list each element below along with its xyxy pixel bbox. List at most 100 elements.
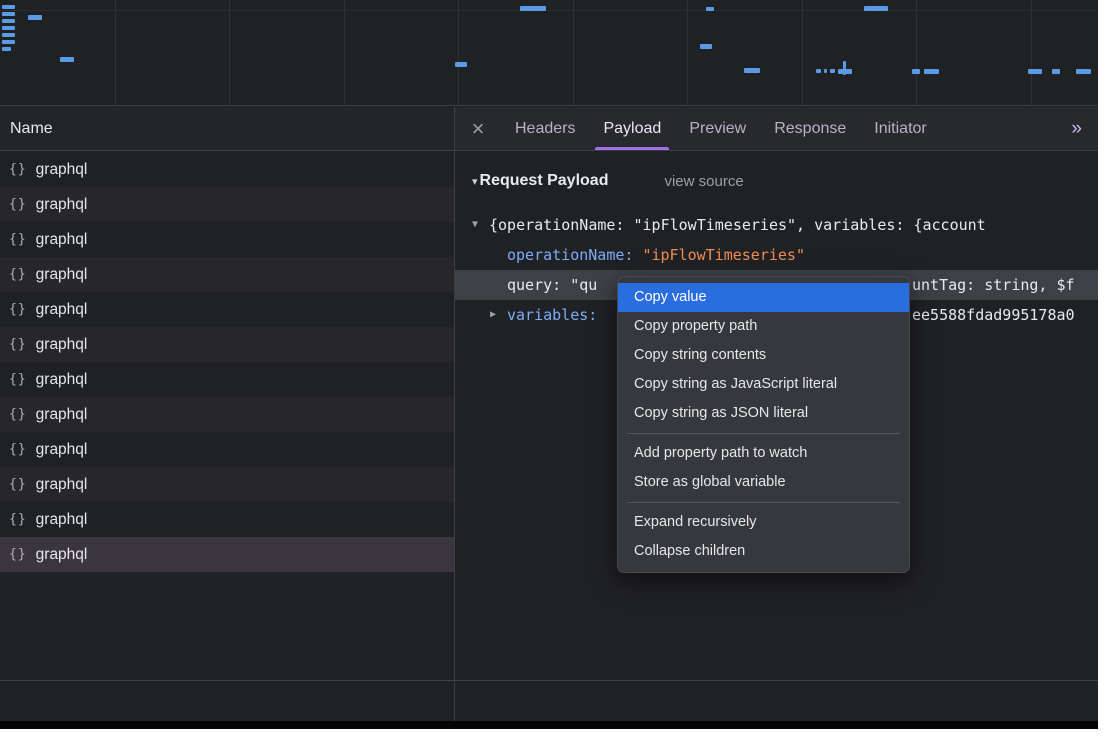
request-timing-bar xyxy=(2,47,11,51)
request-row[interactable]: {} graphql xyxy=(0,327,454,362)
request-timing-bar xyxy=(912,69,920,74)
request-row[interactable]: {} graphql xyxy=(0,397,454,432)
expand-triangle-right-icon[interactable]: ▶ xyxy=(490,300,496,330)
menu-item-add-property-path-to-watch[interactable]: Add property path to watch xyxy=(618,439,909,468)
menu-item-copy-value[interactable]: Copy value xyxy=(618,283,909,312)
payload-root-row[interactable]: ▼ {operationName: "ipFlowTimeseries", va… xyxy=(455,210,1098,240)
request-row[interactable]: {}graphql xyxy=(0,222,454,257)
request-name: graphql xyxy=(36,406,88,424)
request-name: graphql xyxy=(36,511,88,529)
tab-headers[interactable]: Headers xyxy=(501,107,589,150)
devtools-window: Name × HeadersPayloadPreviewResponseInit… xyxy=(0,0,1098,729)
menu-item-copy-string-as-javascript-literal[interactable]: Copy string as JavaScript literal xyxy=(618,370,909,399)
request-name: graphql xyxy=(36,546,88,564)
network-overview-timeline[interactable] xyxy=(0,0,1098,106)
request-timing-bar xyxy=(816,69,821,73)
request-timing-bar xyxy=(744,68,760,73)
menu-item-store-as-global-variable[interactable]: Store as global variable xyxy=(618,468,909,497)
request-row[interactable]: {} graphql xyxy=(0,537,454,572)
footer-divider xyxy=(0,680,1098,681)
menu-item-collapse-children[interactable]: Collapse children xyxy=(618,537,909,566)
request-row[interactable]: {} graphql xyxy=(0,432,454,467)
payload-root-text: {operationName: "ipFlowTimeseries", vari… xyxy=(489,216,986,234)
menu-item-expand-recursively[interactable]: Expand recursively xyxy=(618,508,909,537)
json-braces-icon: {} xyxy=(9,162,27,177)
tab-payload[interactable]: Payload xyxy=(589,107,675,150)
query-text-right: untTag: string, $f xyxy=(912,270,1075,300)
request-timing-bar xyxy=(924,69,939,74)
request-timing-bar xyxy=(1028,69,1042,74)
request-payload-section-header: ▾ Request Payload view source xyxy=(472,168,1098,194)
request-name: graphql xyxy=(36,301,88,319)
request-timing-bar xyxy=(520,6,546,11)
request-row[interactable]: {} graphql xyxy=(0,292,454,327)
request-name: graphql xyxy=(36,476,88,494)
menu-item-copy-string-as-json-literal[interactable]: Copy string as JSON literal xyxy=(618,399,909,428)
json-braces-icon: {} xyxy=(9,547,27,562)
json-braces-icon: {} xyxy=(9,442,27,457)
request-name: graphql xyxy=(36,266,88,284)
tab-response[interactable]: Response xyxy=(760,107,860,150)
json-braces-icon: {} xyxy=(9,267,27,282)
name-column-header[interactable]: Name xyxy=(0,107,454,151)
overview-gridline xyxy=(573,0,574,105)
tab-initiator[interactable]: Initiator xyxy=(860,107,940,150)
screenshot-root: Name × HeadersPayloadPreviewResponseInit… xyxy=(0,0,1110,740)
variables-text-right: ee5588fdad995178a0 xyxy=(912,300,1075,330)
request-name: graphql xyxy=(36,336,88,354)
request-name: graphql xyxy=(36,441,88,459)
request-row[interactable]: {}graphql xyxy=(0,187,454,222)
json-braces-icon: {} xyxy=(9,302,27,317)
overview-gridline xyxy=(802,0,803,105)
payload-operationname-row[interactable]: operationName: "ipFlowTimeseries" xyxy=(455,240,1098,270)
request-name: graphql xyxy=(36,161,88,179)
request-timing-bar xyxy=(2,40,15,44)
request-row[interactable]: {} graphql xyxy=(0,467,454,502)
request-timing-bar xyxy=(2,12,15,16)
json-braces-icon: {} xyxy=(9,477,27,492)
menu-item-copy-property-path[interactable]: Copy property path xyxy=(618,312,909,341)
overview-gridline xyxy=(229,0,230,105)
overview-gridline xyxy=(687,0,688,105)
menu-item-copy-string-contents[interactable]: Copy string contents xyxy=(618,341,909,370)
json-braces-icon: {} xyxy=(9,197,27,212)
request-name: graphql xyxy=(36,371,88,389)
request-timing-bar xyxy=(60,57,74,62)
json-braces-icon: {} xyxy=(9,337,27,352)
json-braces-icon: {} xyxy=(9,407,27,422)
tab-preview[interactable]: Preview xyxy=(675,107,760,150)
view-source-link[interactable]: view source xyxy=(664,173,743,190)
overview-top-gridline xyxy=(0,10,1098,11)
query-text-left: query: "qu xyxy=(507,276,597,294)
tab-overflow-chevron-icon[interactable]: » xyxy=(1055,107,1098,150)
request-timing-bar xyxy=(706,7,714,11)
context-menu: Copy valueCopy property pathCopy string … xyxy=(617,276,910,573)
name-column-label: Name xyxy=(10,120,53,137)
menu-separator xyxy=(627,502,900,503)
request-timing-bar xyxy=(830,69,835,73)
request-timing-bar xyxy=(1052,69,1060,74)
request-timing-bar xyxy=(700,44,712,49)
request-payload-title: Request Payload xyxy=(480,172,609,190)
request-row[interactable]: {}graphql xyxy=(0,362,454,397)
overview-gridline xyxy=(916,0,917,105)
request-timing-bar xyxy=(2,33,15,37)
overview-gridline xyxy=(1031,0,1032,105)
json-braces-icon: {} xyxy=(9,512,27,527)
request-timing-bar xyxy=(2,5,15,9)
section-collapse-icon[interactable]: ▾ xyxy=(472,175,478,188)
request-timing-bar xyxy=(455,62,467,67)
close-icon[interactable]: × xyxy=(455,107,501,150)
property-string-value: "ipFlowTimeseries" xyxy=(642,246,805,264)
request-timing-bar xyxy=(843,61,846,75)
expand-triangle-down-icon[interactable]: ▼ xyxy=(472,210,478,240)
request-timing-bar xyxy=(1076,69,1091,74)
property-key: variables: xyxy=(507,306,597,324)
request-timing-bar xyxy=(824,69,827,73)
request-row[interactable]: {} graphql xyxy=(0,257,454,292)
request-row[interactable]: {} graphql xyxy=(0,502,454,537)
request-list: {} graphql {} graphql {} graphql {} graphql {} gr… xyxy=(0,152,454,680)
request-timing-bar xyxy=(2,19,15,23)
request-row[interactable]: {} graphql xyxy=(0,152,454,187)
property-key: operationName: xyxy=(507,246,633,264)
